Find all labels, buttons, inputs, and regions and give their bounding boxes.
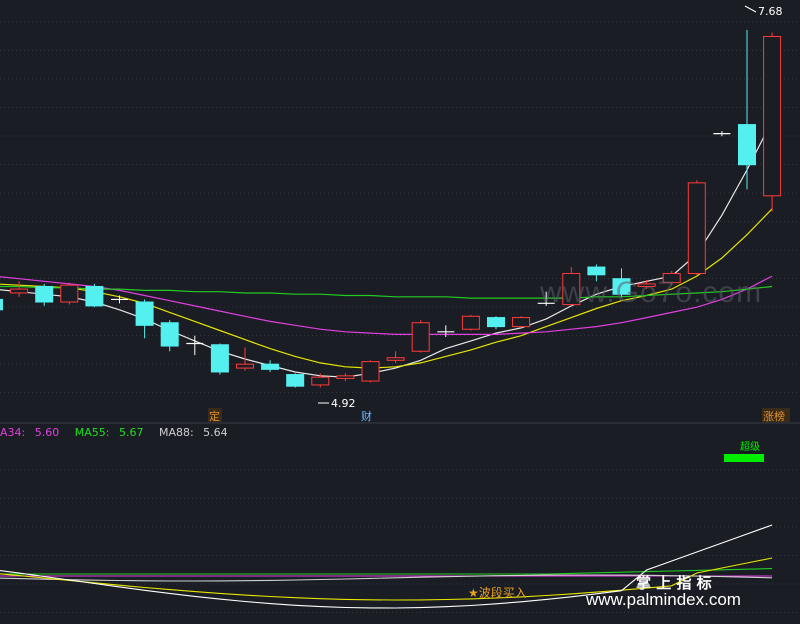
candle [286,373,305,388]
candle-body [487,317,505,328]
marker-cai: 财 [361,409,372,423]
high-label: 7.68 [758,5,783,18]
candle-body [738,124,756,166]
candle-body [60,284,79,303]
candle [687,180,706,275]
svg-text:财: 财 [361,409,372,423]
svg-text:定: 定 [209,409,220,423]
candle-body [311,376,330,386]
candle-body [210,344,229,373]
ma-legend: A34: 5.60 MA55: 5.67 MA88: 5.64 [0,426,240,439]
svg-text:涨榜: 涨榜 [763,409,785,423]
candle-body [411,322,430,352]
candle-body [286,374,305,387]
candle-body [763,35,782,197]
candle [361,360,380,383]
legend-ma88: MA88: 5.64 [158,426,228,439]
candle-body [135,301,154,326]
legend-a34: A34: 5.60 [0,426,60,439]
low-label: 4.92 [331,397,356,410]
candle [411,320,430,353]
candle-body [10,288,29,294]
candle-body [0,298,3,311]
candle-body [336,375,355,379]
watermark-brand-url: www.palmindex.com [585,590,741,609]
candle-body [261,363,280,370]
candle-body [386,357,405,361]
buy-signal-label: ★波段买入 [468,585,527,600]
candle [512,316,531,328]
candle [60,282,79,305]
marker-zhangbang: 涨榜 [762,408,790,423]
marker-ding: 定 [208,408,222,423]
watermark-site: www.Go7o.com [539,276,762,309]
candle-body [512,317,531,328]
legend-ma55: MA55: 5.67 [74,426,144,439]
signal-label: 超级 [740,440,760,453]
candle-body [160,322,179,347]
candle [763,32,782,212]
candle-body [687,182,706,275]
candle-body [85,285,104,307]
candle-body [461,315,480,330]
candle [85,283,104,308]
candle-body [35,285,54,303]
candle-body [587,266,606,276]
candle [210,343,229,375]
candle-body [361,361,380,382]
signal-bar [724,454,764,462]
candlestick-chart: 7.68 4.92 定 财 涨榜 超级 ★波段买入 www.Go7o.com 掌… [0,0,800,624]
candle-body [236,363,254,369]
candle [461,314,480,331]
